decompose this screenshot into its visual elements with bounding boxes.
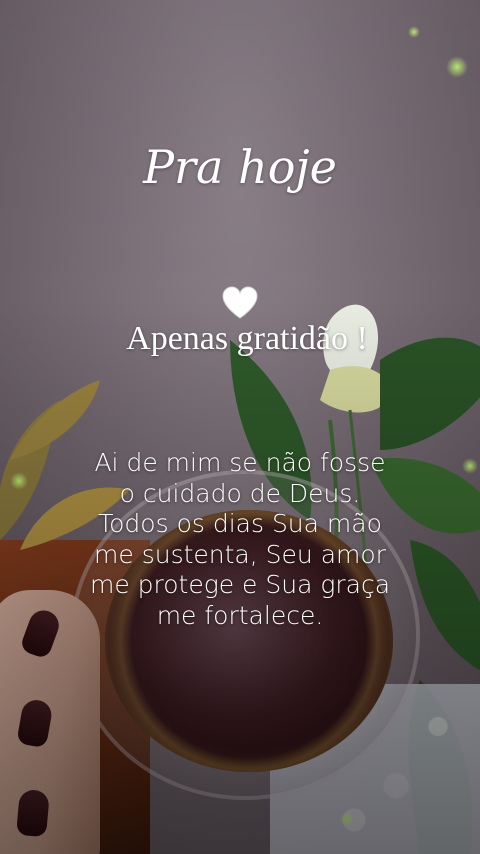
white-heart-icon [222, 286, 258, 319]
background-photo [0, 0, 480, 854]
title: Pra hoje [143, 140, 337, 194]
subtitle: Apenas gratidão ! [126, 320, 368, 357]
message-line: Ai de mim se não fosse [94, 448, 386, 477]
message-line: me fortalece. [156, 600, 324, 630]
message-line: me protege e Sua graça [89, 570, 391, 599]
message-line: o cuidado de Deus. [119, 478, 361, 508]
message-line: me sustenta, Seu amor [94, 539, 386, 569]
message-text: Ai de mim se não fosse o cuidado de Deus… [60, 448, 420, 631]
vignette [0, 0, 480, 854]
message-line: Todos os dias Sua mão [98, 509, 382, 538]
